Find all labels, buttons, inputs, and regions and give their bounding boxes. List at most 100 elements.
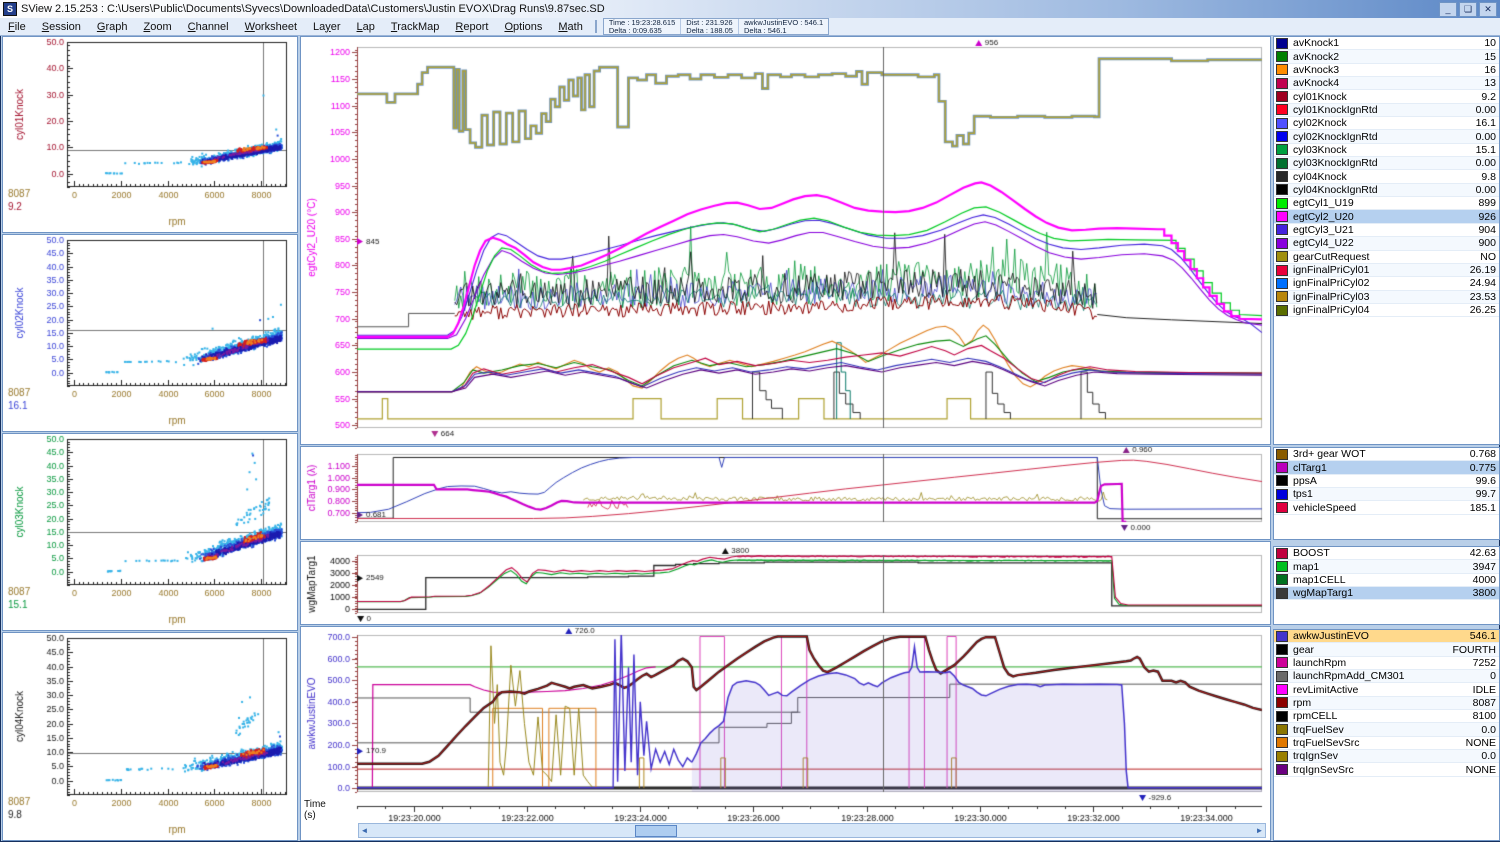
egt-graph[interactable] (301, 37, 1268, 442)
channel-row-cyl03knockignrtd[interactable]: cyl03KnockIgnRtd0.00 (1274, 157, 1499, 170)
channel-row-rpm[interactable]: rpm8087 (1274, 697, 1499, 710)
menu-item-trackmap[interactable]: TrackMap (383, 20, 448, 34)
menu-item-layer[interactable]: Layer (305, 20, 349, 34)
minimize-button[interactable]: _ (1439, 2, 1457, 17)
channel-row-ignfinalpricyl01[interactable]: ignFinalPriCyl0126.19 (1274, 264, 1499, 277)
channel-value: 3947 (1473, 561, 1496, 573)
menu-item-lap[interactable]: Lap (349, 20, 383, 34)
channel-value: 926 (1478, 211, 1496, 223)
channel-row-avknock1[interactable]: avKnock110 (1274, 37, 1499, 50)
menu-item-file[interactable]: File (0, 20, 34, 34)
menu-item-session[interactable]: Session (34, 20, 89, 34)
channel-row-egtcyl2-u20[interactable]: egtCyl2_U20926 (1274, 210, 1499, 223)
channel-color-swatch (1276, 38, 1288, 49)
channel-row-revlimitactive[interactable]: revLimitActiveIDLE (1274, 683, 1499, 696)
cyl03knock-scatter-plot[interactable] (3, 434, 295, 628)
cltarg-graph[interactable] (301, 447, 1268, 537)
channel-row-cyl01knockignrtd[interactable]: cyl01KnockIgnRtd0.00 (1274, 104, 1499, 117)
channel-color-swatch (1276, 711, 1288, 722)
channel-row-gear[interactable]: gearFOURTH (1274, 643, 1499, 656)
channel-row-awkwjustinevo[interactable]: awkwJustinEVO546.1 (1274, 630, 1499, 643)
menu-bar: FileSessionGraphZoomChannelWorksheetLaye… (0, 18, 1500, 36)
channel-row-wgmaptarg1[interactable]: wgMapTarg13800 (1274, 587, 1499, 600)
channel-row-ignfinalpricyl02[interactable]: ignFinalPriCyl0224.94 (1274, 277, 1499, 290)
channel-color-swatch (1276, 291, 1288, 302)
channel-row-rpmcell[interactable]: rpmCELL8100 (1274, 710, 1499, 723)
menu-item-zoom[interactable]: Zoom (135, 20, 179, 34)
channel-row-map1cell[interactable]: map1CELL4000 (1274, 574, 1499, 587)
channel-row-avknock3[interactable]: avKnock316 (1274, 64, 1499, 77)
channel-name: avKnock1 (1293, 37, 1484, 49)
channel-name: trqIgnSev (1293, 750, 1481, 762)
channel-row-trqignsevsrc[interactable]: trqIgnSevSrcNONE (1274, 763, 1499, 776)
cyl02knock-scatter-panel (2, 234, 298, 432)
channel-color-swatch (1276, 475, 1288, 486)
cyl01knock-scatter-plot[interactable] (3, 37, 295, 230)
restore-button[interactable]: ❏ (1459, 2, 1477, 17)
channel-value: 24.94 (1470, 277, 1496, 289)
cyl04knock-scatter-plot[interactable] (3, 633, 295, 838)
scroll-left-arrow[interactable]: ◄ (359, 825, 370, 836)
channel-row-launchrpmadd-cm301[interactable]: launchRpmAdd_CM3010 (1274, 670, 1499, 683)
channel-name: rpmCELL (1293, 710, 1473, 722)
menu-item-worksheet[interactable]: Worksheet (237, 20, 305, 34)
channel-row-trqfuelsevsrc[interactable]: trqFuelSevSrcNONE (1274, 737, 1499, 750)
channel-row-boost[interactable]: BOOST42.63 (1274, 547, 1499, 560)
channel-name: wgMapTarg1 (1293, 587, 1473, 599)
menu-item-channel[interactable]: Channel (180, 20, 237, 34)
channel-name: cyl01Knock (1293, 91, 1481, 103)
channel-row-avknock4[interactable]: avKnock413 (1274, 77, 1499, 90)
menu-item-graph[interactable]: Graph (89, 20, 136, 34)
channel-row-cyl02knock[interactable]: cyl02Knock16.1 (1274, 117, 1499, 130)
channel-name: egtCyl3_U21 (1293, 224, 1478, 236)
wgmap-graph[interactable] (301, 542, 1268, 622)
cyl02knock-scatter-plot[interactable] (3, 235, 295, 429)
scroll-thumb[interactable] (635, 825, 677, 837)
channel-row-egtcyl1-u19[interactable]: egtCyl1_U19899 (1274, 197, 1499, 210)
scroll-track[interactable] (370, 825, 1254, 836)
horizontal-scrollbar[interactable]: ◄ ► (358, 823, 1266, 838)
channel-name: trqFuelSevSrc (1293, 737, 1466, 749)
awkw-graph-panel (300, 626, 1271, 841)
channel-row-gearcutrequest[interactable]: gearCutRequestNO (1274, 251, 1499, 264)
channel-row-cyl04knockignrtd[interactable]: cyl04KnockIgnRtd0.00 (1274, 184, 1499, 197)
channel-row-vehiclespeed[interactable]: vehicleSpeed185.1 (1274, 501, 1499, 514)
channel-row-cyl01knock[interactable]: cyl01Knock9.2 (1274, 90, 1499, 103)
channel-name: revLimitActive (1293, 684, 1473, 696)
channel-color-swatch (1276, 644, 1288, 655)
channel-row-egtcyl3-u21[interactable]: egtCyl3_U21904 (1274, 224, 1499, 237)
channel-name: 3rd+ gear WOT (1293, 448, 1470, 460)
channel-name: cyl01KnockIgnRtd (1293, 104, 1476, 116)
channel-row-cltarg1[interactable]: clTarg10.775 (1274, 461, 1499, 474)
info-cell: Delta : 0:09.635 (609, 27, 675, 35)
channel-name: cyl04Knock (1293, 171, 1481, 183)
channel-row-trqignsev[interactable]: trqIgnSev0.0 (1274, 750, 1499, 763)
channel-row-ignfinalpricyl03[interactable]: ignFinalPriCyl0323.53 (1274, 291, 1499, 304)
menu-item-options[interactable]: Options (496, 20, 550, 34)
close-button[interactable]: ✕ (1479, 2, 1497, 17)
menu-item-math[interactable]: Math (550, 20, 590, 34)
scroll-right-arrow[interactable]: ► (1254, 825, 1265, 836)
channel-name: egtCyl1_U19 (1293, 197, 1478, 209)
channel-row-ignfinalpricyl04[interactable]: ignFinalPriCyl0426.25 (1274, 304, 1499, 317)
awkw-graph[interactable] (301, 627, 1268, 838)
channel-row-cyl02knockignrtd[interactable]: cyl02KnockIgnRtd0.00 (1274, 130, 1499, 143)
channel-row-trqfuelsev[interactable]: trqFuelSev0.0 (1274, 723, 1499, 736)
channel-name: gear (1293, 644, 1452, 656)
menu-item-report[interactable]: Report (447, 20, 496, 34)
app-icon: S (3, 2, 17, 16)
channel-row-egtcyl4-u22[interactable]: egtCyl4_U22900 (1274, 237, 1499, 250)
channel-row-map1[interactable]: map13947 (1274, 560, 1499, 573)
knock-egt-channel-list: avKnock110avKnock215avKnock316avKnock413… (1273, 36, 1500, 445)
channel-row-launchrpm[interactable]: launchRpm7252 (1274, 657, 1499, 670)
channel-row-cyl03knock[interactable]: cyl03Knock15.1 (1274, 144, 1499, 157)
channel-color-swatch (1276, 78, 1288, 89)
channel-name: ignFinalPriCyl04 (1293, 304, 1470, 316)
channel-row-tps1[interactable]: tps199.7 (1274, 488, 1499, 501)
channel-name: cyl02KnockIgnRtd (1293, 131, 1476, 143)
channel-row-cyl04knock[interactable]: cyl04Knock9.8 (1274, 170, 1499, 183)
channel-row-avknock2[interactable]: avKnock215 (1274, 50, 1499, 63)
channel-value: 0.0 (1481, 724, 1496, 736)
channel-row-3rd-gear-wot[interactable]: 3rd+ gear WOT0.768 (1274, 448, 1499, 461)
channel-row-ppsa[interactable]: ppsA99.6 (1274, 475, 1499, 488)
